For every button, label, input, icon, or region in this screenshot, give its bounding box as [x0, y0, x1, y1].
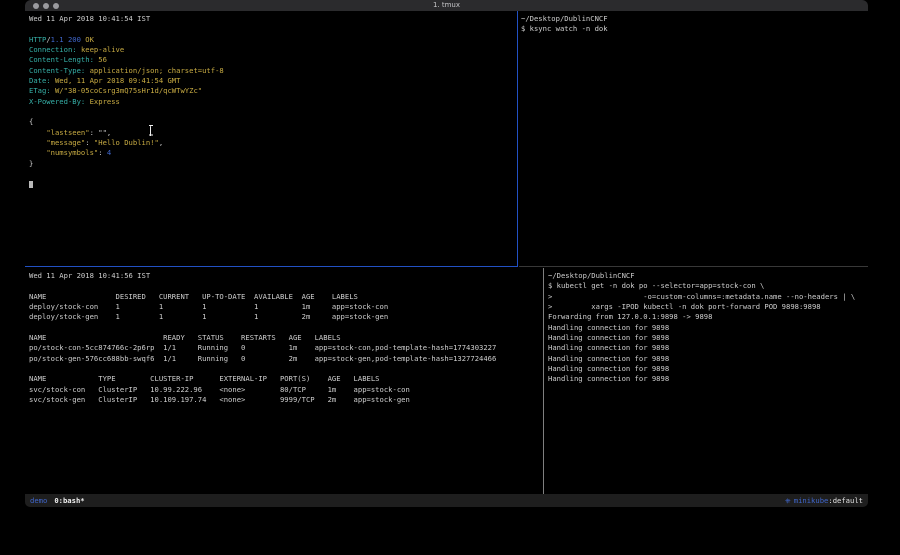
terminal-line: po/stock-gen-576cc688bb-swqf6 1/1 Runnin…	[29, 354, 543, 364]
terminal-line: ETag: W/"38-05coCsrg3mQ75sHr1d/qcWTwYZc"	[29, 86, 517, 96]
terminal-line: svc/stock-gen ClusterIP 10.109.197.74 <n…	[29, 395, 543, 405]
terminal-line: > -o=custom-columns=:metadata.name --no-…	[548, 292, 868, 302]
terminal-line: NAME TYPE CLUSTER-IP EXTERNAL-IP PORT(S)…	[29, 374, 543, 384]
desktop-background: 1. tmux Wed 11 Apr 2018 10:41:54 IST HTTP…	[0, 0, 900, 555]
terminal-line: Content-Type: application/json; charset=…	[29, 66, 517, 76]
session-name: demo	[30, 496, 47, 505]
pane-kubectl-get[interactable]: Wed 11 Apr 2018 10:41:56 IST NAME DESIRED…	[25, 268, 544, 494]
terminal-line: Wed 11 Apr 2018 10:41:54 IST	[29, 14, 517, 24]
pane-ksync-watch[interactable]: ~/Desktop/DublinCNCF$ ksync watch -n dok	[519, 11, 868, 267]
terminal-line: > xargs -IPOD kubectl -n dok port-forwar…	[548, 302, 868, 312]
terminal-line	[29, 169, 517, 179]
terminal-line: {	[29, 117, 517, 127]
terminal-line: X-Powered-By: Express	[29, 97, 517, 107]
terminal-line: Handling connection for 9898	[548, 364, 868, 374]
terminal-line: ~/Desktop/DublinCNCF	[521, 14, 868, 24]
terminal-line: Forwarding from 127.0.0.1:9898 -> 9898	[548, 312, 868, 322]
status-right: ⎈ minikube : default	[785, 496, 863, 506]
tmux-status-bar: demo 0:bash* ⎈ minikube : default	[25, 494, 868, 507]
terminal-line: HTTP/1.1 200 OK	[29, 35, 517, 45]
terminal-line	[29, 24, 517, 34]
terminal-line: ~/Desktop/DublinCNCF	[548, 271, 868, 281]
terminal-line: Handling connection for 9898	[548, 374, 868, 384]
terminal-line	[29, 180, 517, 190]
terminal-line: $ kubectl get -n dok po --selector=app=s…	[548, 281, 868, 291]
terminal-line: po/stock-con-5cc874766c-2p6rp 1/1 Runnin…	[29, 343, 543, 353]
terminal-line	[29, 281, 543, 291]
terminal-line: Handling connection for 9898	[548, 323, 868, 333]
terminal-window: 1. tmux Wed 11 Apr 2018 10:41:54 IST HTTP…	[25, 0, 868, 507]
terminal-line: deploy/stock-gen 1 1 1 1 2m app=stock-ge…	[29, 312, 543, 322]
terminal-line: Connection: keep-alive	[29, 45, 517, 55]
terminal-line: Handling connection for 9898	[548, 343, 868, 353]
window-titlebar[interactable]: 1. tmux	[25, 0, 868, 11]
shell-cursor	[29, 181, 33, 189]
pane-http-response[interactable]: Wed 11 Apr 2018 10:41:54 IST HTTP/1.1 200…	[25, 11, 518, 267]
terminal-line: Wed 11 Apr 2018 10:41:56 IST	[29, 271, 543, 281]
terminal-line	[29, 364, 543, 374]
terminal-line	[29, 107, 517, 117]
terminal-line: Content-Length: 56	[29, 55, 517, 65]
tmux-pane-grid: Wed 11 Apr 2018 10:41:54 IST HTTP/1.1 200…	[25, 11, 868, 494]
terminal-line: $ ksync watch -n dok	[521, 24, 868, 34]
terminal-line: }	[29, 159, 517, 169]
terminal-line: svc/stock-con ClusterIP 10.99.222.96 <no…	[29, 385, 543, 395]
terminal-line: Handling connection for 9898	[548, 333, 868, 343]
pane-port-forward[interactable]: ~/Desktop/DublinCNCF$ kubectl get -n dok…	[545, 268, 868, 494]
terminal-line	[29, 323, 543, 333]
terminal-line: deploy/stock-con 1 1 1 1 1m app=stock-co…	[29, 302, 543, 312]
terminal-line: NAME READY STATUS RESTARTS AGE LABELS	[29, 333, 543, 343]
terminal-line: "numsymbols": 4	[29, 148, 517, 158]
terminal-line: "lastseen": "",	[29, 128, 517, 138]
kube-namespace: default	[833, 496, 863, 505]
kube-context: minikube	[794, 496, 829, 505]
active-window-indicator[interactable]: 0:bash*	[54, 496, 84, 505]
terminal-line: "message": "Hello Dublin!",	[29, 138, 517, 148]
terminal-line: Handling connection for 9898	[548, 354, 868, 364]
helm-wheel-icon: ⎈	[785, 496, 791, 506]
terminal-line: Date: Wed, 11 Apr 2018 09:41:54 GMT	[29, 76, 517, 86]
terminal-line: NAME DESIRED CURRENT UP-TO-DATE AVAILABL…	[29, 292, 543, 302]
window-title: 1. tmux	[25, 0, 868, 11]
